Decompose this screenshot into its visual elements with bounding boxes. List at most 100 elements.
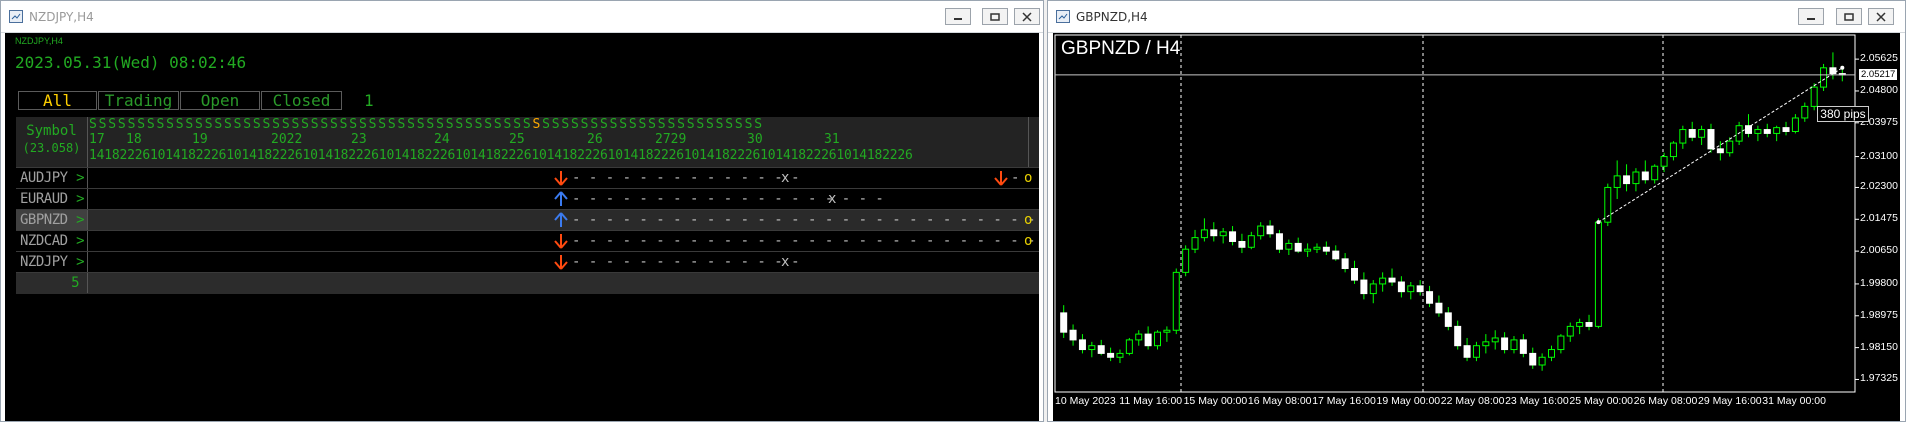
symbol-cell[interactable]: EURAUD > (16, 189, 88, 209)
tab-closed[interactable]: Closed (261, 91, 342, 110)
x-tick-label: 31 May 00:00 (1762, 395, 1826, 407)
window-title: NZDJPY,H4 (29, 10, 94, 24)
trade-row[interactable]: NZDJPY > - - - - - - - - - - - - - -x (16, 251, 1039, 272)
price-chart[interactable] (1053, 33, 1900, 421)
day-label: 23 (351, 132, 367, 147)
y-tick-label: 1.98150 (1860, 340, 1898, 353)
minimize-button[interactable] (1798, 8, 1824, 25)
signal-marker: S (204, 117, 215, 132)
chevron-right-icon[interactable]: > (76, 189, 84, 209)
x-tick-label: 11 May 16:00 (1119, 395, 1183, 407)
symbol-cell[interactable]: NZDJPY > (16, 252, 88, 272)
restore-button[interactable] (982, 8, 1008, 25)
candle-body (1791, 117, 1799, 132)
candle-body (1594, 221, 1602, 327)
price-chart-area[interactable]: GBPNZD / H4 2.05625 2.04800 2.03975 2.03100… (1053, 33, 1900, 421)
candle-body (1538, 356, 1546, 366)
trade-row[interactable]: EURAUD > - - - - - - - - - - - - - - - - -… (16, 188, 1039, 209)
candle-body (1707, 129, 1715, 150)
y-tick-label: 2.02300 (1860, 180, 1898, 193)
candle-body (1407, 285, 1415, 293)
candle-body (1519, 339, 1527, 354)
signal-marker: S (551, 117, 562, 132)
trade-line: - - - - - - - - - - - - - - - - - - - - … (572, 212, 1036, 228)
symbol-cell[interactable]: NZDCAD > (16, 231, 88, 251)
candle-body (1585, 322, 1593, 327)
candle-body (1679, 129, 1687, 144)
signal-marker: S (599, 117, 610, 132)
x-tick-label: 15 May 00:00 (1183, 395, 1248, 407)
signal-marker: S (339, 117, 350, 132)
chevron-right-icon[interactable]: > (76, 168, 84, 188)
x-tick-label: 22 May 08:00 (1440, 395, 1505, 407)
signal-marker: S (166, 117, 176, 132)
signal-marker: S (571, 117, 581, 132)
signal-marker: S (667, 117, 678, 132)
trade-row[interactable]: AUDJPY > - - - - - - - - - - - - - -x -o (16, 167, 1039, 188)
candle-body (1125, 339, 1133, 354)
trade-row[interactable]: GBPNZD > - - - - - - - - - - - - - - - - -… (16, 209, 1039, 230)
candle-body (1651, 165, 1659, 181)
symbol-header[interactable]: Symbol (23.058) (16, 117, 88, 167)
candle-body (1379, 277, 1387, 285)
candle-body (1716, 148, 1724, 154)
gbpnzd-window[interactable]: GBPNZD,H4 GBPNZD / H4 2.05625 2.04800 2.03… (1047, 0, 1906, 422)
tab-open[interactable]: Open (180, 91, 260, 110)
trade-row[interactable]: NZDCAD > - - - - - - - - - - - - - - - - -… (16, 230, 1039, 251)
candle-body (1576, 322, 1584, 327)
signal-marker: S (648, 117, 658, 132)
candle-body (1191, 237, 1199, 250)
chevron-right-icon[interactable]: > (76, 210, 84, 230)
signal-marker: S (416, 117, 427, 132)
trade-line: - - - - - - - - - - - - - - (572, 254, 800, 270)
signal-marker: S (272, 117, 282, 132)
close-button[interactable] (1014, 8, 1040, 25)
signal-marker: S (474, 117, 485, 132)
chevron-right-icon[interactable]: > (76, 231, 84, 251)
signal-marker: S (590, 117, 600, 132)
candle-body (1182, 248, 1190, 273)
candle-body (1529, 352, 1537, 366)
tab-count: 1 (364, 91, 374, 110)
candle-body (1322, 246, 1330, 252)
restore-icon (1844, 13, 1854, 21)
signal-marker: S (609, 117, 620, 132)
signal-marker: S (387, 117, 398, 132)
restore-button[interactable] (1836, 8, 1862, 25)
signal-marker: S (455, 117, 465, 132)
chevron-right-icon[interactable]: > (76, 252, 84, 272)
signal-marker: S (754, 117, 764, 132)
candle-body (1163, 329, 1171, 333)
candle-body (1754, 129, 1762, 134)
candle-body (1369, 283, 1377, 295)
trade-line: - - - - - - - - - - - - - - - - - - - - … (572, 233, 1036, 249)
tab-all[interactable]: All (18, 91, 97, 110)
candle-body (1454, 325, 1462, 347)
signal-marker: S (310, 117, 321, 132)
current-price-tag: 2.05217 (1859, 68, 1898, 80)
grid-right-border (1028, 117, 1029, 167)
symbol-cell[interactable]: GBPNZD > (16, 210, 88, 230)
candle-body (1229, 231, 1237, 242)
signal-marker: S (223, 117, 234, 132)
candle-body (1491, 337, 1499, 343)
candle-body (1313, 246, 1321, 250)
nzdjpy-window[interactable]: NZDJPY,H4 NZDJPY,H4 2023.05.31(Wed) 08:0… (0, 0, 1044, 422)
x-tick-label: 19 May 00:00 (1376, 395, 1441, 407)
candle-body (1501, 337, 1509, 351)
titlebar-left[interactable]: NZDJPY,H4 (1, 1, 1043, 33)
minimize-button[interactable] (945, 8, 971, 25)
symbol-cell[interactable]: AUDJPY > (16, 168, 88, 188)
chart-window-icon (1056, 10, 1070, 23)
tab-trading[interactable]: Trading (98, 91, 179, 110)
close-button[interactable] (1868, 8, 1894, 25)
candle-body (1435, 302, 1443, 314)
candle-body (1107, 352, 1115, 358)
candle-body (1426, 291, 1434, 304)
y-tick-label: 1.98975 (1860, 308, 1898, 321)
candle-body (1510, 339, 1518, 351)
y-tick-label: 2.03100 (1860, 149, 1898, 162)
titlebar-right[interactable]: GBPNZD,H4 (1048, 1, 1905, 33)
day-label: 31 (824, 132, 840, 147)
signal-marker: S (117, 117, 128, 132)
